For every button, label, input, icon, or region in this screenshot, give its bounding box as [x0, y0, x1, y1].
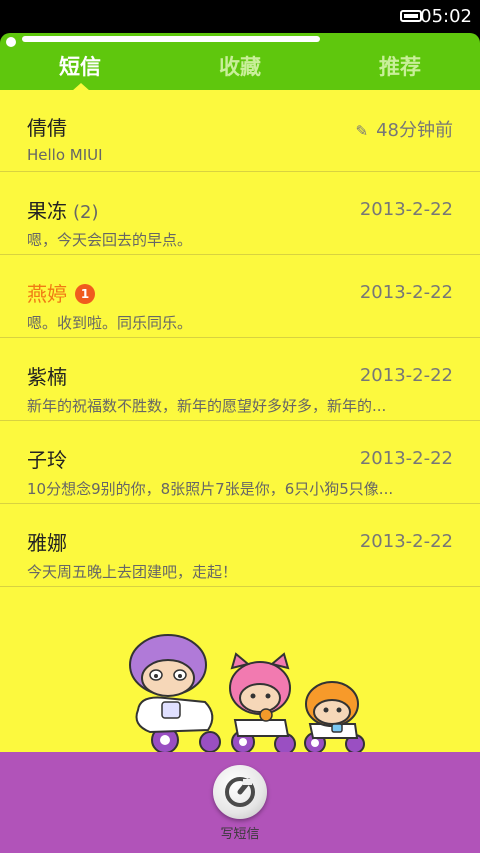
timestamp: ✎ 48分钟前 — [356, 116, 453, 142]
cartoon-kids-illustration — [129, 634, 365, 755]
contact-name: 紫楠 — [27, 365, 67, 389]
status-clock: 05:02 — [420, 6, 472, 27]
contact-name-text: 果冻 — [27, 199, 67, 223]
unread-badge: 1 — [75, 284, 95, 304]
purple-kid-figure — [129, 634, 221, 754]
compose-icon — [225, 777, 255, 807]
conversation-row[interactable]: 紫楠 2013-2-22 新年的祝福数不胜数，新年的愿望好多好多，新年的... — [0, 339, 480, 421]
message-preview: Hello MIUI — [27, 146, 103, 164]
message-preview: 嗯。收到啦。同乐同乐。 — [27, 314, 193, 332]
contact-name: 果冻 (2) — [27, 195, 99, 224]
conversation-row[interactable]: 燕婷 1 2013-2-22 嗯。收到啦。同乐同乐。 — [0, 256, 480, 338]
contact-name: 雅娜 — [27, 531, 67, 555]
message-preview: 新年的祝福数不胜数，新年的愿望好多好多，新年的... — [27, 397, 387, 415]
timestamp: 2013-2-22 — [359, 282, 453, 303]
message-preview: 今天周五晚上去团建吧，走起！ — [27, 563, 238, 581]
tab-messages[interactable]: 短信 — [0, 51, 160, 81]
conversation-list: 倩倩 ✎ 48分钟前 Hello MIUI 果冻 (2) 2013-2-22 嗯，今… — [0, 90, 480, 755]
contact-name: 倩倩 — [27, 116, 67, 140]
scroll-indicator — [22, 36, 320, 42]
timestamp-text: 48分钟前 — [376, 120, 453, 141]
pencil-icon: ✎ — [355, 122, 369, 140]
conversation-row[interactable]: 子玲 2013-2-22 10分想念9别的你，8张照片7张是你，6只小狗5只像.… — [0, 422, 480, 504]
tab-header: 短信 收藏 推荐 — [0, 33, 480, 91]
contact-name: 子玲 — [27, 448, 67, 472]
message-preview: 嗯，今天会回去的早点。 — [27, 231, 193, 249]
scroll-indicator-dot — [6, 37, 16, 47]
status-bar: 05:02 — [0, 0, 480, 33]
tab-recommended[interactable]: 推荐 — [320, 51, 480, 81]
timestamp: 2013-2-22 — [359, 365, 453, 386]
timestamp: 2013-2-22 — [359, 531, 453, 552]
conversation-row[interactable]: 果冻 (2) 2013-2-22 嗯，今天会回去的早点。 — [0, 173, 480, 255]
timestamp: 2013-2-22 — [359, 199, 453, 220]
orange-kid-figure — [304, 681, 365, 754]
contact-name-text: 燕婷 — [27, 282, 67, 306]
tab-favorites[interactable]: 收藏 — [160, 51, 320, 81]
contact-name: 燕婷 1 — [27, 278, 95, 307]
timestamp: 2013-2-22 — [359, 448, 453, 469]
compose-label: 写短信 — [220, 827, 260, 842]
conversation-row[interactable]: 倩倩 ✎ 48分钟前 Hello MIUI — [0, 90, 480, 172]
battery-icon — [400, 10, 422, 22]
compose-button[interactable] — [213, 765, 267, 819]
message-count: (2) — [73, 202, 99, 223]
message-preview: 10分想念9别的你，8张照片7张是你，6只小狗5只像... — [27, 480, 394, 498]
pink-kid-figure — [229, 652, 296, 755]
bottom-action-bar: 写短信 — [0, 752, 480, 853]
conversation-row[interactable]: 雅娜 2013-2-22 今天周五晚上去团建吧，走起！ — [0, 505, 480, 587]
